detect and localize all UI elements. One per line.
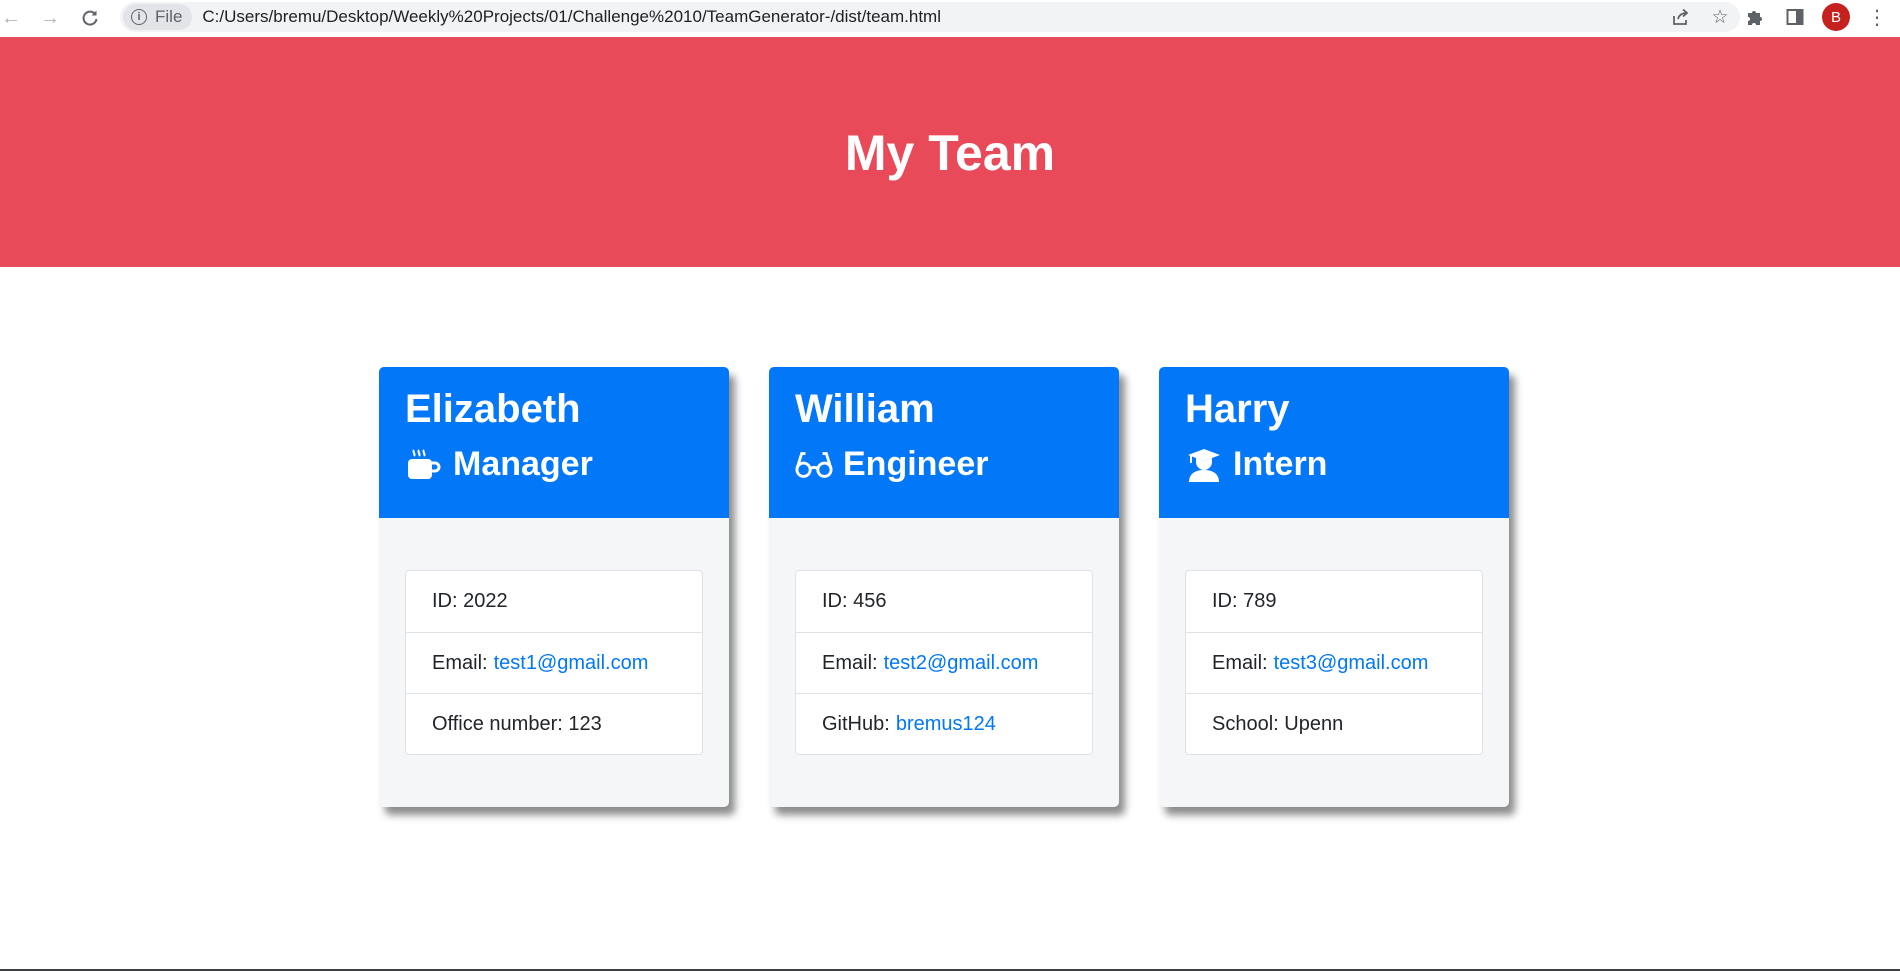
- employee-role: Intern: [1185, 445, 1483, 484]
- page-title: My Team: [844, 125, 1056, 181]
- email-link[interactable]: test3@gmail.com: [1274, 652, 1429, 675]
- graduate-icon: [1185, 446, 1223, 484]
- details-list: ID: 456 Email: test2@gmail.com GitHub: b…: [795, 570, 1093, 755]
- employee-name: Harry: [1185, 387, 1290, 431]
- forward-arrow-icon[interactable]: →: [35, 3, 65, 33]
- employee-name: William: [795, 387, 935, 431]
- list-item-id: ID: 789: [1186, 571, 1482, 632]
- employee-card-engineer: William Engineer ID: 456 Email: test2@gm…: [769, 367, 1119, 807]
- site-info-chip[interactable]: i File: [123, 4, 193, 30]
- id-label: ID:: [822, 590, 848, 612]
- browser-toolbar: ← → i File C:/Users/bremu/Desktop/Weekly…: [0, 0, 1900, 37]
- list-item-id: ID: 2022: [406, 571, 702, 632]
- list-item-office-number: Office number: 123: [406, 693, 702, 754]
- glasses-icon: [795, 446, 833, 484]
- list-item-id: ID: 456: [796, 571, 1092, 632]
- role-label: Intern: [1233, 445, 1328, 483]
- id-label: ID:: [1212, 590, 1238, 612]
- id-label: ID:: [432, 590, 458, 612]
- list-item-email: Email: test2@gmail.com: [796, 632, 1092, 693]
- list-item-email: Email: test1@gmail.com: [406, 632, 702, 693]
- reload-icon[interactable]: [75, 3, 105, 33]
- school-label: School:: [1212, 712, 1279, 735]
- bookmark-star-icon[interactable]: ☆: [1708, 5, 1732, 29]
- more-menu-icon[interactable]: ⋮: [1864, 4, 1890, 30]
- list-item-email: Email: test3@gmail.com: [1186, 632, 1482, 693]
- employee-name: Elizabeth: [405, 387, 581, 431]
- school-value: Upenn: [1284, 712, 1344, 735]
- email-link[interactable]: test1@gmail.com: [494, 652, 649, 675]
- id-value: 789: [1243, 590, 1277, 612]
- card-body: ID: 789 Email: test3@gmail.com School: U…: [1159, 518, 1509, 755]
- card-body: ID: 456 Email: test2@gmail.com GitHub: b…: [769, 518, 1119, 755]
- header-banner: My Team: [0, 37, 1900, 267]
- details-list: ID: 2022 Email: test1@gmail.com Office n…: [405, 570, 703, 755]
- employee-role: Manager: [405, 445, 703, 484]
- side-panel-icon[interactable]: [1782, 4, 1808, 30]
- card-header: Elizabeth Manager: [379, 367, 729, 518]
- email-label: Email:: [432, 651, 488, 674]
- details-list: ID: 789 Email: test3@gmail.com School: U…: [1185, 570, 1483, 755]
- coffee-mug-icon: [405, 446, 443, 484]
- email-label: Email:: [1212, 651, 1268, 674]
- role-label: Manager: [453, 445, 593, 483]
- list-item-school: School: Upenn: [1186, 693, 1482, 754]
- id-value: 2022: [463, 590, 508, 612]
- github-label: GitHub:: [822, 712, 890, 735]
- office-number-label: Office number:: [432, 712, 563, 735]
- profile-avatar[interactable]: B: [1822, 3, 1850, 31]
- email-label: Email:: [822, 651, 878, 674]
- list-item-github: GitHub: bremus124: [796, 693, 1092, 754]
- card-header: Harry Intern: [1159, 367, 1509, 518]
- address-bar[interactable]: i File C:/Users/bremu/Desktop/Weekly%20P…: [120, 2, 1740, 32]
- extensions-puzzle-icon[interactable]: [1742, 4, 1768, 30]
- employee-card-intern: Harry Intern ID: 789 Email: test3@gmail.…: [1159, 367, 1509, 807]
- employee-role: Engineer: [795, 445, 1093, 484]
- id-value: 456: [853, 590, 887, 612]
- url-text[interactable]: C:/Users/bremu/Desktop/Weekly%20Projects…: [202, 7, 941, 27]
- office-number-value: 123: [568, 712, 602, 735]
- site-chip-label: File: [155, 7, 183, 26]
- email-link[interactable]: test2@gmail.com: [884, 652, 1039, 675]
- card-body: ID: 2022 Email: test1@gmail.com Office n…: [379, 518, 729, 755]
- back-arrow-icon[interactable]: ←: [0, 3, 26, 33]
- employee-card-manager: Elizabeth Manager ID: 2022 Email: test1@…: [379, 367, 729, 807]
- role-label: Engineer: [843, 445, 989, 483]
- share-icon[interactable]: [1668, 5, 1692, 29]
- card-header: William Engineer: [769, 367, 1119, 518]
- team-cards: Elizabeth Manager ID: 2022 Email: test1@…: [379, 367, 1509, 807]
- info-icon: i: [131, 9, 147, 25]
- github-link[interactable]: bremus124: [896, 713, 996, 736]
